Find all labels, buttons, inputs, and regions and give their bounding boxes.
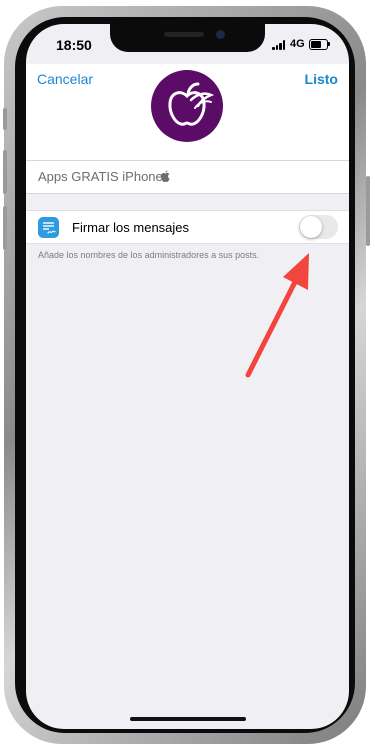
- sign-messages-row: Firmar los mensajes: [26, 210, 349, 244]
- toggle-knob[interactable]: [300, 216, 322, 238]
- sign-messages-label: Firmar los mensajes: [72, 220, 190, 235]
- channel-name-text: Apps GRATIS iPhone: [38, 169, 163, 184]
- battery-tip: [328, 42, 330, 46]
- sign-messages-toggle[interactable]: [299, 215, 338, 239]
- front-camera: [216, 30, 225, 39]
- network-type: 4G: [290, 38, 305, 50]
- battery-level: [311, 41, 321, 48]
- apple-icon: [160, 170, 170, 182]
- signature-icon: [38, 217, 59, 238]
- side-button-volume-down: [3, 206, 7, 250]
- speaker-grille: [164, 32, 204, 37]
- signal-icon: [272, 40, 286, 50]
- cancel-button[interactable]: Cancelar: [37, 71, 93, 87]
- side-button-power: [366, 176, 370, 246]
- screen: 18:50 4G Cancelar Listo Apps GRATIS iPho…: [26, 24, 349, 729]
- home-indicator[interactable]: [130, 717, 246, 721]
- channel-name-field[interactable]: Apps GRATIS iPhone: [26, 160, 349, 194]
- status-time: 18:50: [56, 37, 92, 53]
- side-button-volume-up: [3, 150, 7, 194]
- apple-logo-icon: [168, 82, 215, 126]
- sign-messages-hint: Añade los nombres de los administradores…: [38, 250, 260, 260]
- battery-icon: [309, 39, 328, 50]
- side-button-silent: [3, 108, 7, 130]
- done-button[interactable]: Listo: [305, 71, 338, 87]
- notch: [110, 24, 265, 52]
- edit-header: Cancelar Listo: [26, 64, 349, 160]
- channel-avatar[interactable]: [151, 70, 223, 142]
